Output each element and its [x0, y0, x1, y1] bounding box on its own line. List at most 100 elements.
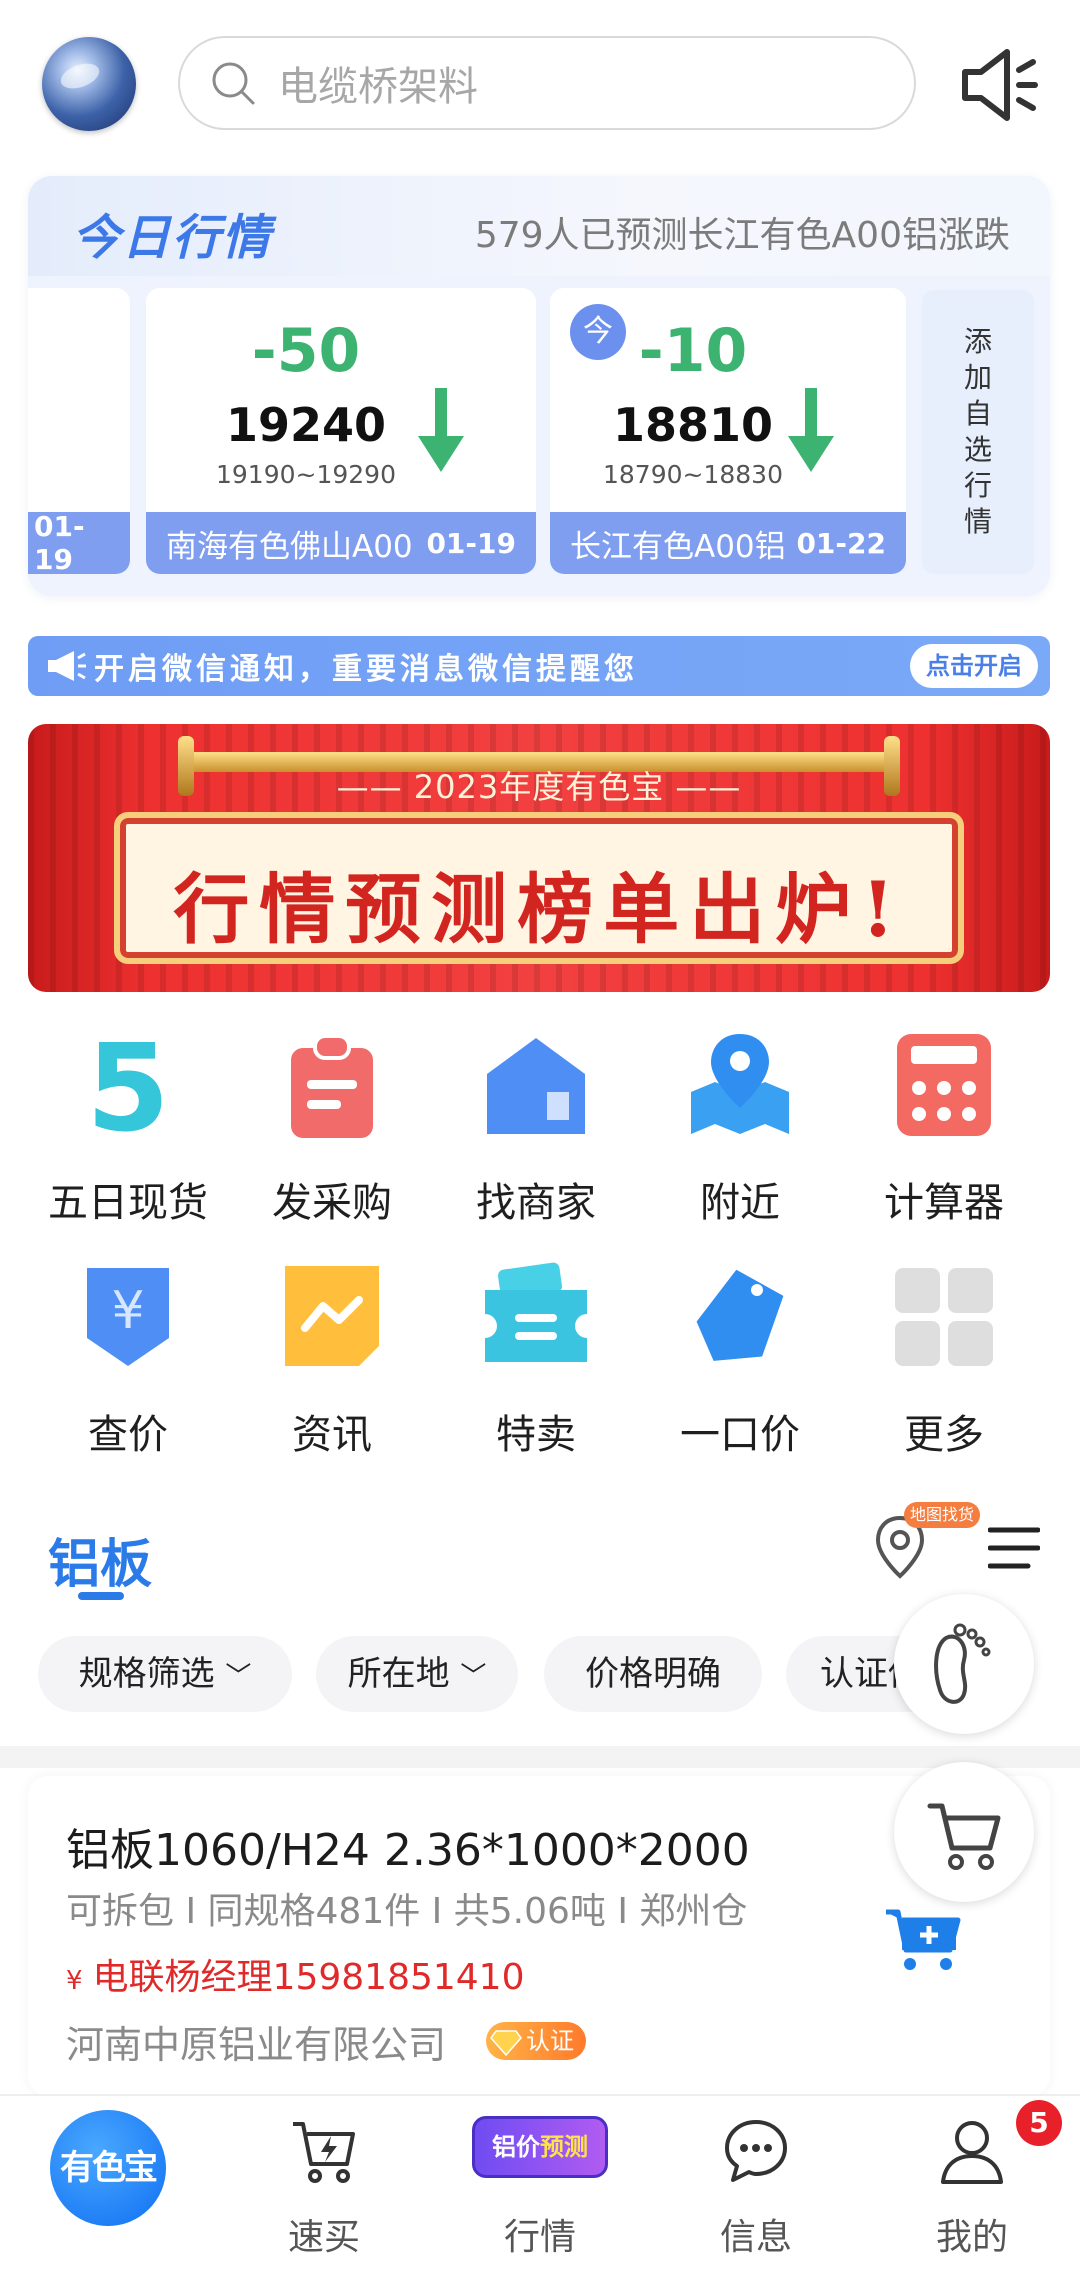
menu-icon[interactable]	[988, 1526, 1040, 1570]
function-grid: 5 五日现货 发采购 找商家 附近 计算器 ¥ 查价 资讯 特卖 一口价 更多	[0, 1030, 1080, 1480]
filter-spec[interactable]: 规格筛选 ﹀	[38, 1636, 292, 1712]
filter-location[interactable]: 所在地 ﹀	[316, 1636, 518, 1712]
grid-item-more[interactable]: 更多	[844, 1262, 1044, 1462]
city-avatar[interactable]	[42, 37, 136, 131]
grid-item-price-check[interactable]: ¥ 查价	[28, 1262, 228, 1462]
yen-icon: ¥	[66, 1966, 83, 1996]
down-arrow-icon	[418, 388, 464, 472]
nav-label: 行情	[503, 2217, 576, 2258]
grid-label: 更多	[904, 1412, 984, 1458]
tab-indicator	[78, 1592, 124, 1600]
nav-home[interactable]: 有色宝	[0, 2096, 216, 2285]
market-header: 今日行情 579人已预测长江有色A00铝涨跌	[28, 176, 1050, 276]
grid-item-sale[interactable]: 特卖	[436, 1262, 636, 1462]
forecast-label-b: 预测	[540, 2133, 588, 2161]
megaphone-icon	[48, 651, 86, 681]
product-title[interactable]: 铝板1060/H24 2.36*1000*2000	[66, 1814, 750, 1878]
home-logo: 有色宝	[50, 2110, 166, 2226]
clipboard-icon	[291, 1034, 373, 1138]
forecast-label-a: 铝价	[492, 2133, 540, 2161]
cart-button[interactable]	[894, 1762, 1034, 1902]
footprint-icon	[934, 1623, 991, 1704]
user-icon	[941, 2121, 1003, 2184]
promo-banner[interactable]: —— 2023年度有色宝 —— 行情预测榜单出炉!	[28, 724, 1050, 992]
add-watchlist-button[interactable]: 添加自选行情	[922, 290, 1034, 574]
quote-date: 01-22	[796, 526, 886, 560]
grid-item-nearby[interactable]: 附近	[640, 1030, 840, 1230]
chevron-down-icon: ﹀	[225, 1662, 252, 1692]
grid-label: 找商家	[476, 1180, 596, 1226]
quote-card-partial[interactable]: 01-19	[28, 288, 130, 574]
grid-label: 查价	[88, 1412, 168, 1458]
nav-market[interactable]: 铝价预测 行情	[432, 2096, 648, 2285]
market-forecast-count[interactable]: 579人已预测长江有色A00铝涨跌	[475, 206, 1010, 258]
filter-label: 所在地	[347, 1654, 450, 1694]
banner-scroll: 行情预测榜单出炉!	[114, 812, 964, 964]
banner-year: —— 2023年度有色宝 ——	[336, 768, 742, 806]
quote-change: -50	[251, 316, 361, 386]
map-search-tag[interactable]: 地图找货	[904, 1502, 981, 1528]
quote-date: 01-19	[34, 510, 85, 574]
cart-icon	[927, 1803, 1001, 1870]
store-icon	[487, 1038, 585, 1134]
diamond-icon	[490, 2030, 522, 2057]
filter-clear-price[interactable]: 价格明确	[544, 1636, 762, 1712]
chevron-down-icon: ﹀	[460, 1662, 487, 1692]
quote-card[interactable]: -50 19240 19190~19290 南海有色佛山A00 01-19	[146, 288, 536, 574]
quote-footer: 01-19	[28, 510, 130, 574]
add-to-cart-icon[interactable]	[884, 1906, 964, 1972]
market-card: 今日行情 579人已预测长江有色A00铝涨跌 01-19 -50 19240 1…	[28, 176, 1050, 596]
cart-lightning-icon	[293, 2122, 355, 2183]
contact-text: 电联杨经理15981851410	[92, 1957, 525, 1998]
quote-name: 南海有色佛山A00	[166, 528, 413, 565]
grid-label: 五日现货	[48, 1180, 208, 1226]
grid-item-fixed-price[interactable]: 一口价	[640, 1262, 840, 1462]
quote-carousel[interactable]: 01-19 -50 19240 19190~19290 南海有色佛山A00 01…	[28, 288, 1050, 578]
calculator-icon	[897, 1034, 991, 1136]
yen-shield-icon: ¥	[87, 1268, 169, 1366]
quote-card[interactable]: 今 -10 18810 18790~18830 长江有色A00铝 01-22	[550, 288, 906, 574]
product-meta: 可拆包 I 同规格481件 I 共5.06吨 I 郑州仓	[66, 1891, 748, 1932]
quote-name: 长江有色A00铝	[570, 528, 786, 565]
unread-count-badge: 5	[1016, 2100, 1062, 2146]
cert-label: 认证	[526, 2027, 574, 2055]
grid-label: 发采购	[272, 1180, 392, 1226]
company-name[interactable]: 河南中原铝业有限公司	[66, 2014, 446, 2069]
grid-item-news[interactable]: 资讯	[232, 1262, 432, 1462]
quote-date: 01-19	[426, 526, 516, 560]
nav-messages[interactable]: 信息	[648, 2096, 864, 2285]
market-title[interactable]: 今日行情	[72, 198, 272, 268]
grid-item-find-store[interactable]: 找商家	[436, 1030, 636, 1230]
five-day-icon: 5	[86, 1030, 170, 1140]
grid-item-purchase[interactable]: 发采购	[232, 1030, 432, 1230]
search-bar[interactable]: 电缆桥架料	[178, 36, 916, 130]
quote-footer: 长江有色A00铝 01-22	[550, 512, 906, 574]
nav-quick-buy[interactable]: 速买	[216, 2096, 432, 2285]
price-forecast-badge: 铝价预测	[472, 2116, 608, 2178]
quote-footer: 南海有色佛山A00 01-19	[146, 512, 536, 574]
footprint-button[interactable]	[894, 1594, 1034, 1734]
grid-item-five-day[interactable]: 5 五日现货	[28, 1030, 228, 1230]
chat-bubble-icon	[725, 2120, 787, 2182]
bottom-nav: 有色宝 速买 铝价预测 行情 信息 我的	[0, 2094, 1080, 2285]
wechat-notice-bar[interactable]: 开启微信通知，重要消息微信提醒您 点击开启	[28, 636, 1050, 696]
grid-label: 资讯	[292, 1412, 372, 1458]
grid-item-calculator[interactable]: 计算器	[844, 1030, 1044, 1230]
search-placeholder: 电缆桥架料	[278, 64, 478, 110]
price-tag-icon	[696, 1269, 784, 1361]
certified-badge: 认证	[486, 2022, 586, 2060]
svg-text:¥: ¥	[111, 1281, 144, 1341]
product-contact[interactable]: ¥ 电联杨经理15981851410	[66, 1948, 525, 2000]
banner-headline: 行情预测榜单出炉!	[173, 865, 905, 954]
grid-label: 特卖	[496, 1412, 576, 1458]
grid-label: 一口价	[680, 1412, 800, 1458]
notice-text: 开启微信通知，重要消息微信提醒您	[94, 652, 638, 687]
enable-notify-button[interactable]: 点击开启	[910, 644, 1038, 688]
speaker-icon[interactable]	[955, 40, 1045, 130]
nav-label: 信息	[719, 2217, 792, 2258]
top-bar: 电缆桥架料	[0, 0, 1080, 170]
nav-label: 我的	[935, 2217, 1008, 2258]
section-tab-aluminum-plate[interactable]: 铝板	[48, 1522, 152, 1597]
grid-label: 附近	[700, 1180, 780, 1226]
ticket-icon	[485, 1262, 587, 1362]
